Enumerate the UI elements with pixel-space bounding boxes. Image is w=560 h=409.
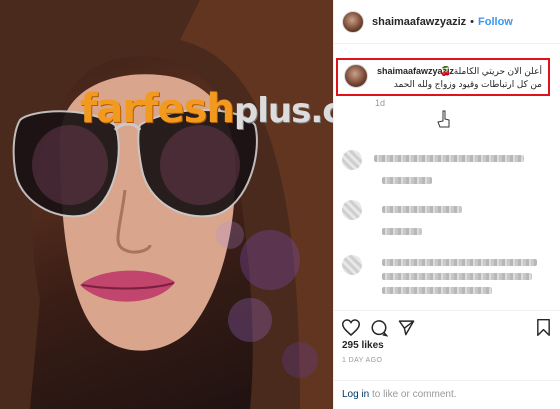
watermark-plus: plus.com	[233, 91, 333, 131]
comment-avatar	[342, 200, 362, 220]
list-item	[342, 150, 552, 190]
blurred-text	[382, 206, 462, 213]
blurred-text	[382, 259, 537, 266]
action-bar	[334, 310, 560, 342]
comment-avatar	[342, 255, 362, 275]
post-photo: farfeshplus.com	[0, 0, 333, 409]
comment-avatar	[342, 150, 362, 170]
caption-text-line2: من كل ارتباطات وقيود وزواج ولله الحمد	[393, 79, 542, 89]
post-timestamp: 1 DAY AGO	[342, 357, 383, 364]
photo-illustration	[0, 0, 333, 409]
caption-time: 1d	[375, 98, 386, 108]
login-link[interactable]: Log in	[342, 389, 369, 400]
bookmark-icon[interactable]	[536, 319, 551, 336]
heart-icon[interactable]	[342, 319, 360, 336]
share-icon[interactable]	[398, 319, 415, 336]
watermark-main: farfesh	[80, 86, 235, 132]
caption-text-line1: أعلن الان حريتي الكاملة 🍒	[440, 66, 542, 76]
blurred-text	[374, 155, 524, 162]
list-item	[342, 255, 552, 295]
blurred-text	[382, 228, 422, 235]
watermark: farfeshplus.com	[80, 86, 333, 132]
cursor-icon	[437, 110, 450, 128]
login-prompt-text: to like or comment.	[369, 389, 457, 400]
avatar[interactable]	[342, 10, 364, 33]
likes-count[interactable]: 295 likes	[342, 340, 384, 351]
caption-avatar[interactable]	[344, 64, 368, 88]
blurred-text	[382, 177, 432, 184]
post-header: shaimaafawzyaziz • Follow	[334, 0, 560, 44]
blurred-text	[382, 273, 532, 280]
login-footer: Log in to like or comment.	[334, 380, 560, 409]
follow-button[interactable]: Follow	[478, 16, 513, 28]
post-side-panel: shaimaafawzyaziz • Follow shaimaafawzyaz…	[333, 0, 560, 409]
comment-icon[interactable]	[370, 319, 388, 337]
separator-dot: •	[470, 15, 475, 28]
list-item	[342, 200, 552, 240]
blurred-text	[382, 287, 492, 294]
username[interactable]: shaimaafawzyaziz	[372, 16, 466, 28]
caption-highlight: shaimaafawzyaziz أعلن الان حريتي الكاملة…	[336, 58, 550, 96]
